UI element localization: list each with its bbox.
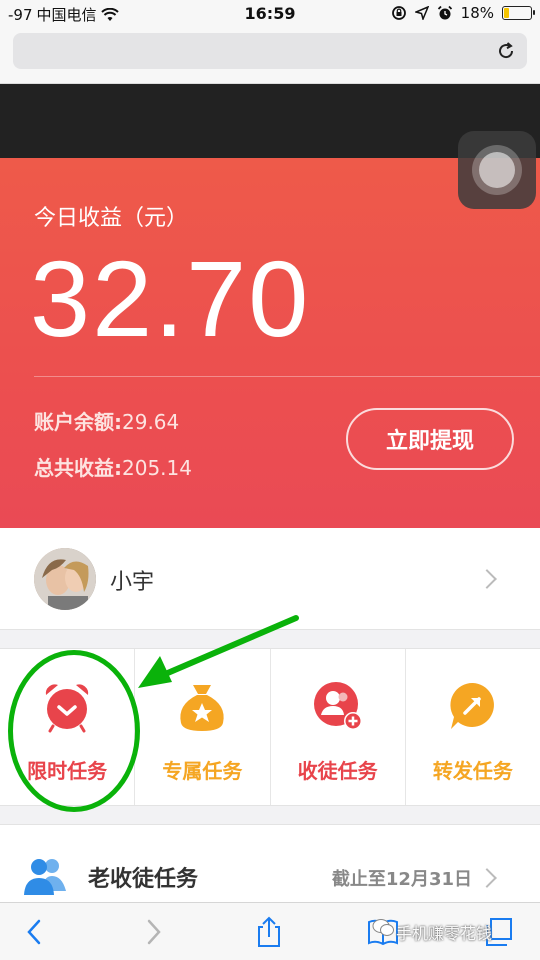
task-share[interactable]: 转发任务	[406, 649, 540, 805]
battery-fill	[504, 8, 509, 18]
add-user-icon	[313, 682, 362, 730]
task-label: 收徒任务	[297, 759, 378, 783]
balance-line: 账户余额:29.64	[34, 406, 179, 435]
balance-value: 29.64	[122, 410, 180, 434]
total-line: 总共收益:205.14	[34, 452, 192, 481]
balance-label: 账户余额:	[34, 410, 122, 434]
share-bubble-icon	[450, 682, 494, 729]
back-icon[interactable]	[18, 915, 52, 949]
location-icon	[414, 6, 429, 20]
wechat-logo	[372, 919, 394, 936]
alarm-icon	[437, 5, 452, 20]
chevron-right-icon	[477, 569, 497, 589]
earnings-card: 今日收益（元） 32.70 账户余额:29.64 总共收益:205.14 立即提…	[0, 158, 540, 528]
avatar	[34, 548, 96, 610]
status-right: 18%	[391, 4, 535, 22]
withdraw-button[interactable]: 立即提现	[346, 408, 514, 470]
username: 小宇	[110, 570, 155, 595]
earnings-title: 今日收益（元）	[34, 206, 189, 231]
earnings-amount: 32.70	[30, 238, 311, 359]
address-bar[interactable]	[13, 33, 527, 69]
highlight-ellipse	[8, 650, 140, 812]
battery-icon	[502, 6, 535, 20]
status-bar: -97 中国电信 16:59 18%	[0, 0, 540, 28]
share-icon[interactable]	[252, 915, 286, 949]
phone-screen: -97 中国电信 16:59 18% 今日收益（元） 32.70 账户余额:29…	[0, 0, 540, 960]
watermark-text: 手机赚零花钱	[396, 924, 493, 943]
browser-address-area	[0, 28, 540, 84]
battery-percent: 18%	[460, 4, 494, 22]
task-label: 专属任务	[162, 759, 243, 783]
forward-icon[interactable]	[136, 915, 170, 949]
total-label: 总共收益:	[34, 456, 122, 480]
chevron-right-icon	[477, 868, 497, 888]
old-task-title: 老收徒任务	[88, 867, 199, 892]
divider	[34, 376, 540, 377]
rotation-lock-icon	[391, 6, 406, 20]
reload-icon[interactable]	[495, 40, 517, 62]
users-icon	[24, 859, 66, 895]
highlight-arrow	[138, 615, 299, 688]
task-label: 转发任务	[432, 759, 513, 783]
avatar-image	[34, 548, 96, 610]
old-task-deadline: 截止至12月31日	[331, 869, 472, 890]
total-value: 205.14	[122, 456, 192, 480]
assistive-touch-button[interactable]	[458, 131, 536, 209]
assistive-ring-inner	[479, 152, 515, 188]
